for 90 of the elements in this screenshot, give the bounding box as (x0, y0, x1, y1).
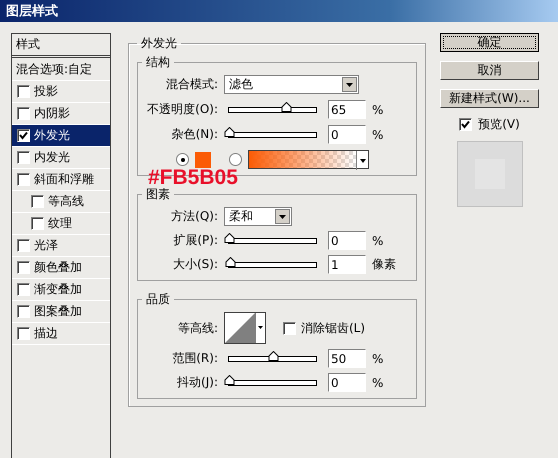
checkbox[interactable] (17, 173, 30, 186)
slider-thumb[interactable] (224, 374, 235, 384)
item-label: 外发光 (34, 127, 70, 144)
item-label: 渐变叠加 (34, 281, 82, 298)
list-item[interactable]: 投影 (12, 81, 110, 103)
field-label: 扩展(P): (172, 232, 218, 249)
checkbox[interactable] (17, 85, 30, 98)
dropdown[interactable]: 滤色 (224, 75, 359, 94)
dialog-button[interactable]: 新建样式(W)... (440, 89, 539, 108)
input-field[interactable]: 65 (328, 100, 366, 119)
checkbox[interactable] (17, 305, 30, 318)
item-label: 内发光 (34, 149, 70, 166)
gradient-picker[interactable] (248, 150, 369, 169)
color-swatch[interactable] (195, 152, 211, 168)
unit-label: % (372, 128, 384, 142)
input-field[interactable]: 0 (328, 125, 366, 144)
checkbox[interactable] (17, 283, 30, 296)
field-label: 抖动(J): (176, 374, 218, 391)
item-label: 图案叠加 (34, 303, 82, 320)
section-title: 图素 (145, 186, 171, 203)
input-field[interactable]: 1 (328, 255, 366, 274)
unit-label: % (372, 352, 384, 366)
slider-thumb[interactable] (224, 256, 236, 266)
contour-picker[interactable] (224, 312, 266, 344)
item-label: 等高线 (48, 193, 84, 210)
item-label: 内阴影 (34, 105, 70, 122)
slider-thumb[interactable] (224, 126, 235, 136)
checkbox[interactable] (459, 118, 472, 131)
field-label: 大小(S): (172, 256, 218, 273)
dialog-button[interactable]: 取消 (440, 61, 539, 80)
list-item[interactable]: 图案叠加 (12, 301, 110, 323)
field-label: 不透明度(O): (146, 101, 218, 118)
list-item[interactable]: 斜面和浮雕 (12, 169, 110, 191)
unit-label: 像素 (372, 256, 397, 273)
section-title: 结构 (145, 54, 171, 71)
checkbox-label: 预览(V) (478, 116, 520, 133)
radio-button[interactable] (229, 153, 242, 166)
unit-label: % (372, 102, 384, 116)
slider-thumb[interactable] (268, 350, 278, 360)
checkbox[interactable] (17, 151, 30, 164)
list-item[interactable]: 颜色叠加 (12, 257, 110, 279)
field-label: 杂色(N): (170, 126, 218, 143)
unit-label: % (372, 376, 384, 390)
item-label: 光泽 (34, 237, 58, 254)
item-label: 颜色叠加 (34, 259, 82, 276)
list-item[interactable]: 渐变叠加 (12, 279, 110, 301)
input-field[interactable]: 50 (328, 349, 366, 368)
checkbox[interactable] (283, 322, 296, 334)
checkbox[interactable] (17, 261, 30, 274)
item-label: 纹理 (48, 215, 72, 232)
checkbox[interactable] (31, 195, 44, 208)
checkbox[interactable] (17, 129, 30, 142)
list-item[interactable]: 描边 (12, 323, 110, 345)
section-title: 品质 (145, 291, 171, 308)
input-field[interactable]: 0 (328, 373, 366, 392)
dropdown-arrow-icon (255, 313, 265, 343)
radio-button[interactable] (176, 153, 189, 166)
checkbox[interactable] (17, 107, 30, 120)
list-item[interactable]: 等高线 (12, 191, 110, 213)
unit-label: % (372, 234, 384, 248)
list-item[interactable]: 纹理 (12, 213, 110, 235)
list-item[interactable]: 内发光 (12, 147, 110, 169)
field-label: 范围(R): (171, 350, 218, 367)
checkbox-label: 消除锯齿(L) (301, 320, 366, 336)
contour-curve-icon (225, 313, 255, 343)
dialog-button[interactable]: 确定 (440, 33, 539, 52)
dropdown-value: 滤色 (229, 76, 253, 93)
panel-title: 外发光 (140, 35, 178, 52)
list-item[interactable]: 光泽 (12, 235, 110, 257)
annotation-text: #FB5B05 (148, 166, 238, 189)
list-header: 样式 (12, 34, 110, 58)
list-item[interactable]: 混合选项:自定 (12, 58, 110, 81)
dropdown-value: 柔和 (229, 208, 253, 225)
item-label: 描边 (34, 325, 58, 342)
checkbox[interactable] (17, 327, 30, 340)
dropdown-arrow-icon (356, 151, 368, 170)
preview-swatch (456, 141, 522, 207)
field-label: 方法(Q): (170, 208, 218, 225)
input-field[interactable]: 0 (328, 231, 366, 250)
field-label: 等高线: (176, 320, 218, 336)
item-label: 投影 (34, 83, 58, 100)
slider-thumb[interactable] (280, 102, 292, 112)
checkbox[interactable] (31, 217, 44, 230)
dropdown[interactable]: 柔和 (224, 207, 292, 226)
checkbox[interactable] (17, 239, 30, 252)
field-label: 混合模式: (164, 76, 218, 93)
list-item[interactable]: 外发光 (12, 125, 110, 147)
item-label: 斜面和浮雕 (34, 171, 94, 188)
window-title: 图层样式 (6, 3, 58, 20)
slider-thumb[interactable] (224, 232, 235, 242)
